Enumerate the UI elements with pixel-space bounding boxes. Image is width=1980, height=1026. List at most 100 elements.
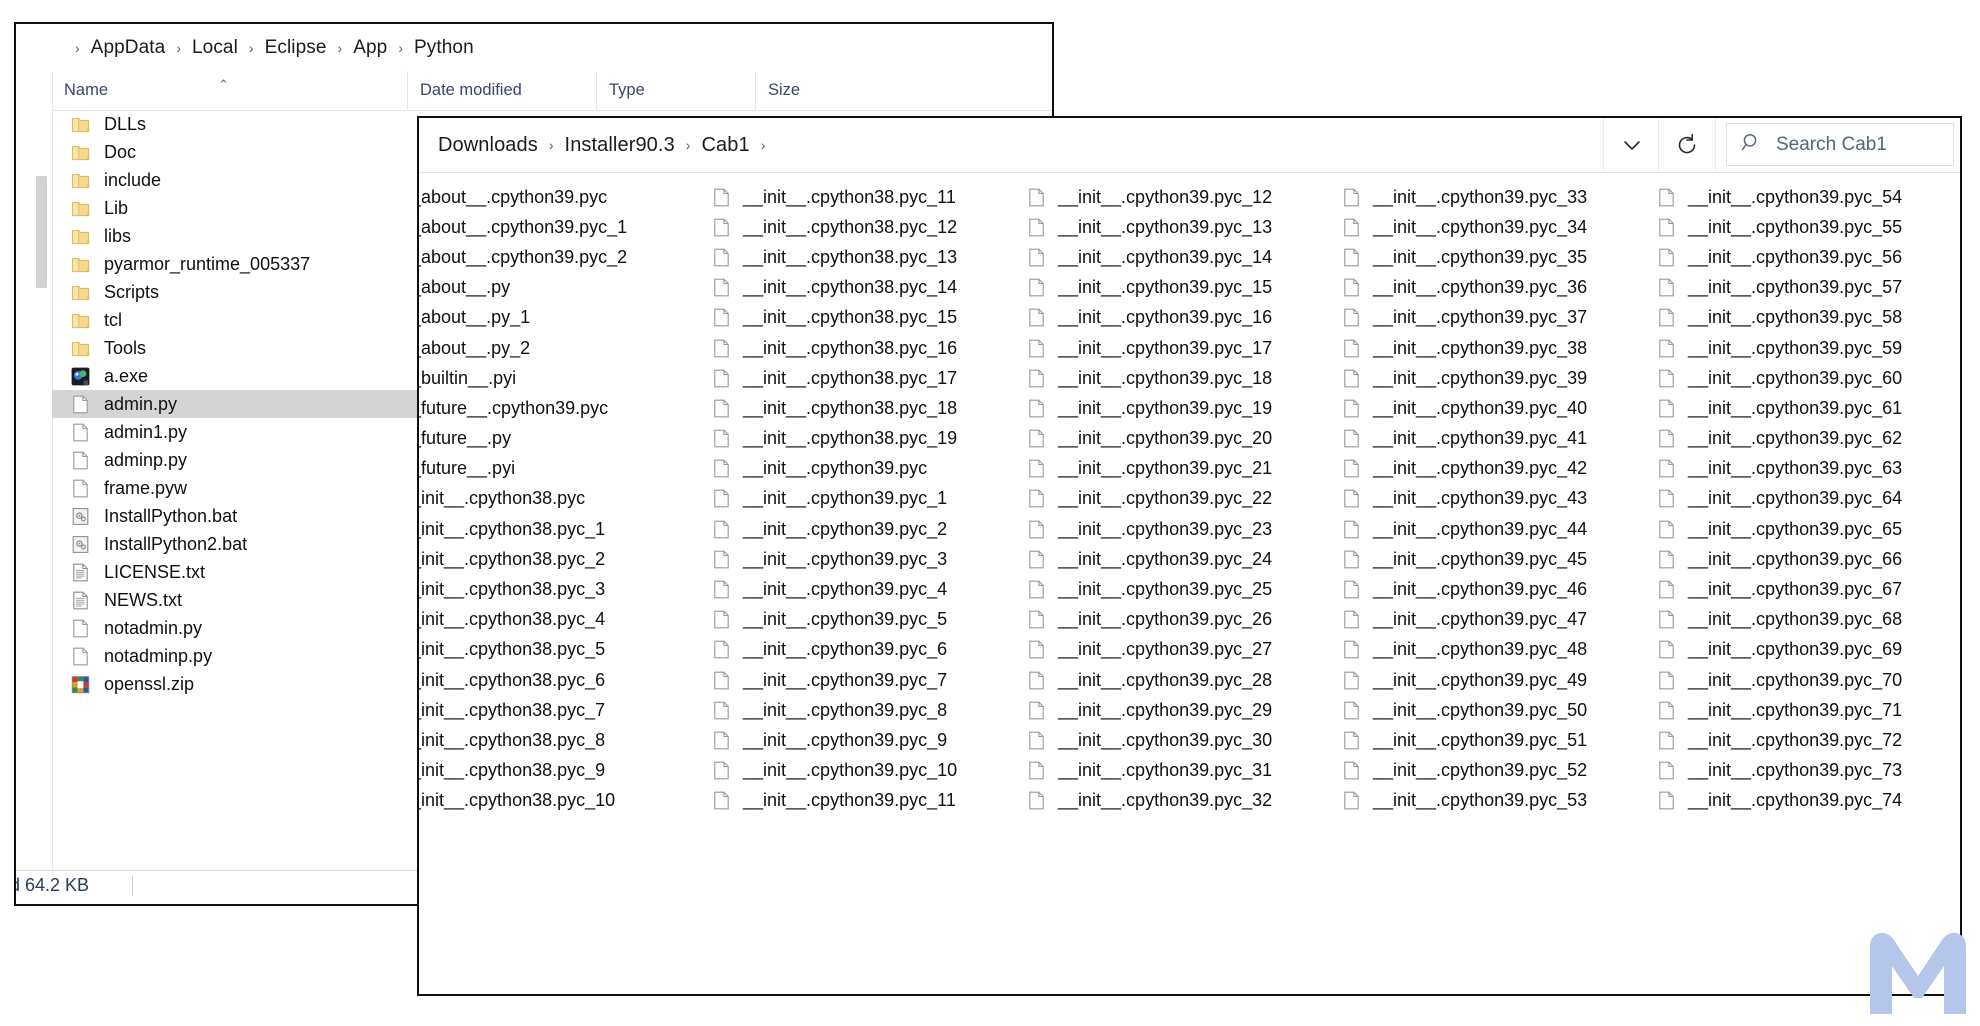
file-list-row[interactable]: _about__.py_2 xyxy=(419,333,704,363)
file-list-row[interactable]: __init__.cpython39.pyc_3 xyxy=(704,544,1019,574)
file-list-row[interactable]: __init__.cpython39.pyc_4 xyxy=(704,574,1019,604)
column-header-name[interactable]: Name ⌃ xyxy=(52,71,407,110)
file-list-row[interactable]: __init__.cpython39.pyc_28 xyxy=(1019,665,1334,695)
file-list-row[interactable]: __init__.cpython39.pyc_53 xyxy=(1334,786,1649,816)
address-bar-window1[interactable]: › AppData › Local › Eclipse › App › Pyth… xyxy=(16,24,1052,72)
file-list-row[interactable]: __init__.cpython39.pyc_30 xyxy=(1019,725,1334,755)
file-list-row[interactable]: __init__.cpython39.pyc_61 xyxy=(1649,393,1960,423)
breadcrumb-item-python[interactable]: Python xyxy=(410,36,478,60)
file-list-row[interactable]: __init__.cpython39.pyc_37 xyxy=(1334,303,1649,333)
file-list-row[interactable]: __init__.cpython39.pyc_71 xyxy=(1649,695,1960,725)
file-list-row[interactable]: __init__.cpython39.pyc xyxy=(704,454,1019,484)
file-list-row[interactable]: __init__.cpython39.pyc_36 xyxy=(1334,273,1649,303)
file-list-row[interactable]: __init__.cpython39.pyc_8 xyxy=(704,695,1019,725)
file-list-row[interactable]: __init__.cpython39.pyc_44 xyxy=(1334,514,1649,544)
breadcrumb-item-app[interactable]: App xyxy=(349,36,391,60)
file-list-row[interactable]: __init__.cpython39.pyc_63 xyxy=(1649,454,1960,484)
refresh-icon[interactable] xyxy=(1658,118,1716,171)
file-list-row[interactable]: __init__.cpython38.pyc_16 xyxy=(704,333,1019,363)
file-list-row[interactable]: __init__.cpython39.pyc_70 xyxy=(1649,665,1960,695)
file-list-row[interactable]: __init__.cpython39.pyc_59 xyxy=(1649,333,1960,363)
file-list-row[interactable]: __init__.cpython38.pyc_13 xyxy=(704,242,1019,272)
file-list-row[interactable]: __init__.cpython39.pyc_21 xyxy=(1019,454,1334,484)
file-list-window2[interactable]: _about__.cpython39.pyc _about__.cpython39… xyxy=(419,172,1960,994)
file-list-row[interactable]: __init__.cpython39.pyc_7 xyxy=(704,665,1019,695)
file-list-row[interactable]: __init__.cpython38.pyc_14 xyxy=(704,273,1019,303)
file-list-row[interactable]: __init__.cpython39.pyc_66 xyxy=(1649,544,1960,574)
file-list-row[interactable]: __init__.cpython39.pyc_5 xyxy=(704,605,1019,635)
file-list-row[interactable]: __init__.cpython39.pyc_32 xyxy=(1019,786,1334,816)
file-list-row[interactable]: _future__.cpython39.pyc xyxy=(419,393,704,423)
file-list-row[interactable]: __init__.cpython38.pyc_18 xyxy=(704,393,1019,423)
explorer-window-foreground[interactable]: Downloads › Installer90.3 › Cab1 › Searc… xyxy=(417,116,1962,996)
file-list-row[interactable]: __init__.cpython39.pyc_6 xyxy=(704,635,1019,665)
file-list-row[interactable]: _future__.pyi xyxy=(419,454,704,484)
file-list-row[interactable]: __init__.cpython39.pyc_33 xyxy=(1334,182,1649,212)
file-list-row[interactable]: _init__.cpython38.pyc_2 xyxy=(419,544,704,574)
column-header-date-modified[interactable]: Date modified xyxy=(407,71,596,110)
file-list-row[interactable]: __init__.cpython39.pyc_10 xyxy=(704,756,1019,786)
file-list-row[interactable]: __init__.cpython39.pyc_9 xyxy=(704,725,1019,755)
file-list-row[interactable]: __init__.cpython38.pyc_11 xyxy=(704,182,1019,212)
file-list-row[interactable]: __init__.cpython39.pyc_58 xyxy=(1649,303,1960,333)
file-list-row[interactable]: _init__.cpython38.pyc_7 xyxy=(419,695,704,725)
file-list-row[interactable]: __init__.cpython39.pyc_20 xyxy=(1019,424,1334,454)
file-list-row[interactable]: __init__.cpython38.pyc_12 xyxy=(704,212,1019,242)
file-list-row[interactable]: __init__.cpython39.pyc_48 xyxy=(1334,635,1649,665)
column-header-type[interactable]: Type xyxy=(596,71,755,110)
file-list-row[interactable]: _about__.py xyxy=(419,273,704,303)
file-list-row[interactable]: _about__.cpython39.pyc_1 xyxy=(419,212,704,242)
file-list-row[interactable]: __init__.cpython39.pyc_50 xyxy=(1334,695,1649,725)
file-list-row[interactable]: __init__.cpython39.pyc_18 xyxy=(1019,363,1334,393)
breadcrumb-window1[interactable]: › AppData › Local › Eclipse › App › Pyth… xyxy=(16,24,1052,71)
breadcrumb-item-installer903[interactable]: Installer90.3 xyxy=(561,133,679,158)
file-list-row[interactable]: __init__.cpython39.pyc_38 xyxy=(1334,333,1649,363)
file-list-row[interactable]: _init__.cpython38.pyc_9 xyxy=(419,756,704,786)
file-list-row[interactable]: __init__.cpython39.pyc_42 xyxy=(1334,454,1649,484)
chevron-down-icon[interactable] xyxy=(1603,118,1660,171)
file-list-row[interactable]: _future__.py xyxy=(419,424,704,454)
search-input[interactable]: Search Cab1 xyxy=(1726,123,1954,166)
file-list-row[interactable]: __init__.cpython39.pyc_73 xyxy=(1649,756,1960,786)
file-list-row[interactable]: __init__.cpython39.pyc_68 xyxy=(1649,605,1960,635)
navigation-pane-scrollbar-thumb[interactable] xyxy=(36,176,47,288)
file-list-row[interactable]: _init__.cpython38.pyc_4 xyxy=(419,605,704,635)
navigation-pane-window1[interactable] xyxy=(16,71,53,870)
file-list-row[interactable]: _init__.cpython38.pyc_8 xyxy=(419,725,704,755)
file-list-row[interactable]: __init__.cpython39.pyc_51 xyxy=(1334,725,1649,755)
file-list-row[interactable]: __init__.cpython39.pyc_67 xyxy=(1649,574,1960,604)
file-list-row[interactable]: __init__.cpython39.pyc_15 xyxy=(1019,273,1334,303)
file-list-row[interactable]: __init__.cpython39.pyc_12 xyxy=(1019,182,1334,212)
file-list-row[interactable]: __init__.cpython39.pyc_23 xyxy=(1019,514,1334,544)
file-list-row[interactable]: __init__.cpython39.pyc_31 xyxy=(1019,756,1334,786)
file-list-row[interactable]: __init__.cpython39.pyc_52 xyxy=(1334,756,1649,786)
file-list-row[interactable]: __init__.cpython39.pyc_13 xyxy=(1019,212,1334,242)
file-list-row[interactable]: __init__.cpython39.pyc_45 xyxy=(1334,544,1649,574)
file-list-row[interactable]: __init__.cpython39.pyc_14 xyxy=(1019,242,1334,272)
breadcrumb-item-eclipse[interactable]: Eclipse xyxy=(261,36,331,60)
breadcrumb-item-downloads[interactable]: Downloads xyxy=(434,133,542,158)
breadcrumb-item-cab1[interactable]: Cab1 xyxy=(697,133,753,158)
breadcrumb-item-appdata[interactable]: AppData xyxy=(87,36,170,60)
file-list-row[interactable]: _builtin__.pyi xyxy=(419,363,704,393)
file-list-row[interactable]: __init__.cpython39.pyc_60 xyxy=(1649,363,1960,393)
file-list-row[interactable]: __init__.cpython39.pyc_55 xyxy=(1649,212,1960,242)
file-list-row[interactable]: __init__.cpython39.pyc_22 xyxy=(1019,484,1334,514)
file-list-row[interactable]: __init__.cpython39.pyc_74 xyxy=(1649,786,1960,816)
file-list-row[interactable]: __init__.cpython39.pyc_29 xyxy=(1019,695,1334,725)
file-list-row[interactable]: __init__.cpython39.pyc_39 xyxy=(1334,363,1649,393)
file-list-row[interactable]: _about__.py_1 xyxy=(419,303,704,333)
breadcrumb-item-local[interactable]: Local xyxy=(188,36,242,60)
file-list-row[interactable]: __init__.cpython39.pyc_35 xyxy=(1334,242,1649,272)
file-list-row[interactable]: __init__.cpython39.pyc_49 xyxy=(1334,665,1649,695)
file-list-row[interactable]: _about__.cpython39.pyc_2 xyxy=(419,242,704,272)
file-list-row[interactable]: _init__.cpython38.pyc_10 xyxy=(419,786,704,816)
file-list-row[interactable]: __init__.cpython39.pyc_19 xyxy=(1019,393,1334,423)
file-list-row[interactable]: _init__.cpython38.pyc xyxy=(419,484,704,514)
file-list-row[interactable]: __init__.cpython39.pyc_65 xyxy=(1649,514,1960,544)
file-list-row[interactable]: _about__.cpython39.pyc xyxy=(419,182,704,212)
file-list-row[interactable]: _init__.cpython38.pyc_6 xyxy=(419,665,704,695)
file-list-row[interactable]: __init__.cpython39.pyc_43 xyxy=(1334,484,1649,514)
file-list-row[interactable]: __init__.cpython39.pyc_69 xyxy=(1649,635,1960,665)
file-list-row[interactable]: __init__.cpython38.pyc_17 xyxy=(704,363,1019,393)
